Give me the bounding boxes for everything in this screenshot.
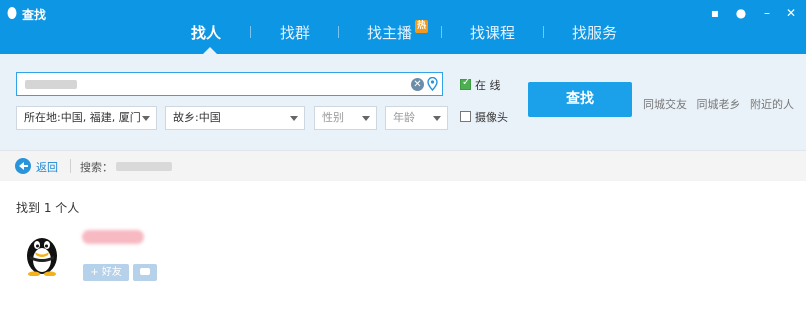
minimize-icon[interactable]: –: [760, 6, 774, 20]
keyword-input[interactable]: ✕: [16, 72, 443, 96]
tab-find-groups[interactable]: 找群: [280, 22, 310, 43]
camera-checkbox[interactable]: [460, 111, 471, 122]
result-count: 找到 1 个人: [16, 201, 80, 215]
search-query-redacted: [116, 162, 172, 171]
hometown-select-value: 故乡:中国: [173, 111, 221, 124]
clear-icon[interactable]: ✕: [411, 78, 424, 91]
nickname-redacted: [82, 230, 144, 244]
quick-link-same-city-dating[interactable]: 同城交友: [643, 98, 687, 111]
quick-link-same-city-hometown[interactable]: 同城老乡: [697, 98, 741, 111]
avatar[interactable]: [22, 230, 62, 276]
age-select-value: 年龄: [393, 111, 415, 124]
chevron-down-icon: [290, 116, 298, 121]
lock-icon[interactable]: ●: [734, 6, 748, 20]
tab-find-services[interactable]: 找服务: [572, 22, 617, 43]
gender-select[interactable]: 性别: [314, 106, 377, 130]
tab-divider: [543, 26, 544, 38]
keyword-redacted: [25, 80, 77, 89]
chat-bubble-icon: [140, 268, 150, 275]
camera-label: 摄像头: [475, 111, 508, 124]
tab-find-anchors-label: 找主播: [367, 24, 413, 42]
tab-divider: [250, 26, 251, 38]
active-tab-indicator: [203, 47, 217, 54]
hometown-select[interactable]: 故乡:中国: [165, 106, 305, 130]
chat-button[interactable]: [133, 264, 157, 281]
tab-divider: [338, 26, 339, 38]
title-bar: 查找 找人 找群 找主播 热 找课程 找服务 ▪ ● – ✕: [0, 0, 806, 54]
add-friend-button[interactable]: + 好友: [83, 264, 129, 281]
tab-find-people[interactable]: 找人: [191, 22, 221, 43]
message-icon[interactable]: ▪: [708, 6, 722, 20]
nav-divider: [70, 159, 71, 173]
online-label: 在 线: [475, 79, 501, 92]
chevron-down-icon: [142, 116, 150, 121]
search-button[interactable]: 查找: [528, 82, 632, 117]
search-query-label: 搜索：: [80, 161, 113, 174]
location-select[interactable]: 所在地:中国, 福建, 厦门: [16, 106, 157, 130]
hot-badge: 热: [415, 20, 429, 33]
tab-find-anchors[interactable]: 找主播 热: [367, 20, 429, 43]
location-pin-icon[interactable]: [427, 77, 438, 91]
chevron-down-icon: [433, 116, 441, 121]
tab-bar: 找人 找群 找主播 热 找课程 找服务: [0, 0, 806, 54]
back-link[interactable]: 返回: [36, 159, 58, 175]
search-panel: ✕ 所在地:中国, 福建, 厦门 故乡:中国 性别 年龄 在 线 摄像头 查找 …: [0, 54, 806, 150]
close-icon[interactable]: ✕: [784, 6, 798, 20]
location-select-value: 所在地:中国, 福建, 厦门: [24, 111, 141, 124]
result-nav-bar: 返回 搜索：: [0, 150, 806, 181]
online-checkbox[interactable]: [460, 77, 471, 90]
back-arrow-icon[interactable]: [15, 158, 31, 174]
tab-find-courses[interactable]: 找课程: [470, 22, 515, 43]
gender-select-value: 性别: [322, 111, 344, 124]
tab-divider: [441, 26, 442, 38]
quick-link-nearby-people[interactable]: 附近的人: [750, 98, 794, 111]
chevron-down-icon: [362, 116, 370, 121]
quick-links: 同城交友 同城老乡 附近的人: [643, 96, 800, 112]
age-select[interactable]: 年龄: [385, 106, 448, 130]
